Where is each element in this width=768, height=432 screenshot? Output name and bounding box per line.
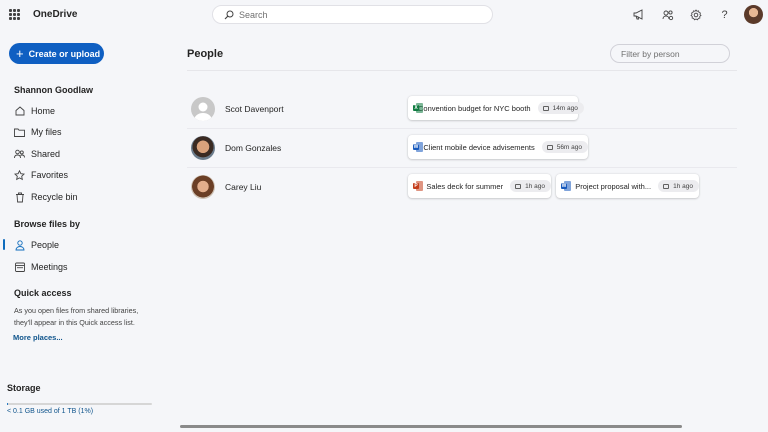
calendar-icon (542, 105, 549, 111)
search-icon (224, 10, 234, 19)
nav-my-files-label: My files (31, 127, 62, 137)
people-settings-icon[interactable] (661, 8, 674, 21)
nav-my-files[interactable]: My files (14, 125, 62, 139)
person-name[interactable]: Dom Gonzales (225, 143, 281, 153)
time-badge: 1h ago (510, 180, 551, 192)
nav-people[interactable]: People (14, 238, 59, 252)
powerpoint-icon: P (413, 181, 423, 191)
file-name: Client mobile device advisements (423, 142, 535, 152)
page-title: People (187, 48, 224, 60)
file-name: Sales deck for summer (426, 181, 504, 191)
calendar-icon (663, 183, 670, 189)
file-name: Project proposal with... (575, 181, 652, 191)
header-divider (187, 70, 737, 71)
user-name: Shannon Goodlaw (14, 85, 93, 95)
file-time: 56m ago (556, 143, 582, 151)
nav-home[interactable]: Home (14, 104, 55, 118)
file-card[interactable]: W Project proposal with... 1h ago (556, 174, 699, 198)
calendar-icon (515, 183, 522, 189)
person-icon (14, 239, 25, 251)
horizontal-scrollbar[interactable] (180, 425, 682, 428)
shared-icon (14, 149, 25, 160)
nav-favorites-label: Favorites (31, 170, 69, 180)
filter-by-person-input[interactable] (621, 49, 721, 59)
avatar (191, 97, 215, 121)
file-card[interactable]: P Sales deck for summer 1h ago (408, 174, 551, 198)
nav-favorites[interactable]: Favorites (14, 168, 68, 182)
help-icon[interactable]: ? (718, 8, 731, 21)
file-card[interactable]: W Client mobile device advisements 56m a… (408, 135, 588, 159)
waffle-icon[interactable] (9, 9, 20, 20)
more-places-link[interactable]: More places... (13, 333, 63, 342)
calendar-icon (14, 262, 25, 273)
storage-title: Storage (7, 383, 41, 393)
person-row[interactable]: Carey Liu P Sales deck for summer 1h ago… (187, 167, 737, 206)
nav-recycle-bin-label: Recycle bin (31, 192, 78, 202)
create-button-label: Create or upload (28, 48, 101, 59)
calendar-icon (546, 144, 553, 150)
nav-recycle-bin[interactable]: Recycle bin (14, 190, 78, 204)
plus-icon: + (16, 46, 24, 61)
folder-icon (14, 127, 25, 138)
storage-fill (7, 403, 9, 405)
app-title[interactable]: OneDrive (33, 9, 77, 20)
word-icon: W (561, 181, 571, 191)
home-icon (14, 106, 25, 117)
file-card[interactable]: X Convention budget for NYC booth 14m ag… (408, 96, 584, 120)
avatar (191, 175, 215, 199)
storage-bar (7, 403, 152, 405)
filter-box[interactable] (610, 44, 730, 63)
nav-shared-label: Shared (31, 149, 61, 159)
person-name[interactable]: Carey Liu (225, 182, 261, 192)
person-row[interactable]: Scot Davenport X Convention budget for N… (187, 89, 737, 128)
person-row[interactable]: Dom Gonzales W Client mobile device advi… (187, 128, 737, 167)
nav-meetings[interactable]: Meetings (14, 260, 68, 274)
time-badge: 1h ago (658, 180, 699, 192)
person-name[interactable]: Scot Davenport (225, 104, 284, 114)
create-or-upload-button[interactable]: + Create or upload (9, 43, 104, 64)
word-icon: W (413, 142, 423, 152)
nav-people-label: People (31, 240, 60, 250)
top-bar: OneDrive ? (0, 0, 768, 30)
avatar (191, 136, 215, 160)
trash-icon (14, 192, 25, 203)
file-time: 1h ago (673, 182, 693, 190)
gear-icon[interactable] (689, 8, 702, 21)
account-avatar[interactable] (744, 5, 763, 24)
time-badge: 56m ago (541, 141, 588, 153)
file-time: 14m ago (552, 104, 578, 112)
active-indicator (3, 239, 5, 250)
browse-files-title: Browse files by (14, 219, 81, 229)
megaphone-icon[interactable] (632, 8, 645, 21)
file-time: 1h ago (525, 182, 545, 190)
search-box[interactable] (212, 5, 493, 24)
quick-access-title: Quick access (14, 288, 72, 298)
nav-shared[interactable]: Shared (14, 147, 60, 161)
star-icon (14, 169, 25, 181)
nav-meetings-label: Meetings (31, 262, 68, 272)
quick-access-description: As you open files from shared libraries,… (14, 306, 139, 327)
nav-home-label: Home (31, 106, 56, 116)
file-name: Convention budget for NYC booth (418, 103, 531, 113)
time-badge: 14m ago (537, 102, 584, 114)
storage-usage-link[interactable]: < 0.1 GB used of 1 TB (1%) (7, 408, 93, 415)
search-input[interactable] (239, 9, 479, 20)
